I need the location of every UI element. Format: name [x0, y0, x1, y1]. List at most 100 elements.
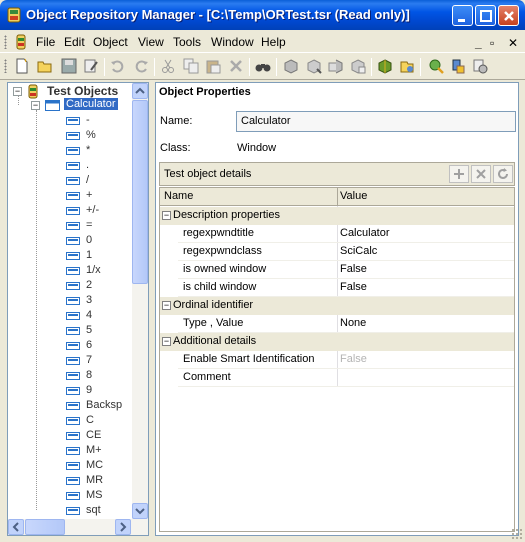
tree-item[interactable]: 1: [8, 248, 133, 263]
collapse-icon[interactable]: −: [162, 301, 171, 310]
redo-icon[interactable]: [133, 58, 149, 74]
cut-icon[interactable]: [160, 58, 176, 74]
tree-item[interactable]: 7: [8, 353, 133, 368]
collapse-icon[interactable]: −: [31, 101, 40, 110]
scroll-down-button[interactable]: [132, 503, 148, 519]
define-object-icon[interactable]: [450, 58, 466, 74]
navigate-icon[interactable]: [328, 58, 344, 74]
tree-item[interactable]: 4: [8, 308, 133, 323]
tree-item[interactable]: Backsp: [8, 398, 133, 413]
property-row[interactable]: Type , Value None: [160, 315, 514, 333]
tree-item[interactable]: MS: [8, 488, 133, 503]
tree-vertical-scrollbar[interactable]: [132, 83, 148, 519]
copy-icon[interactable]: [183, 58, 199, 74]
tree-item[interactable]: MC: [8, 458, 133, 473]
open-icon[interactable]: [37, 58, 53, 74]
tree-item[interactable]: 8: [8, 368, 133, 383]
tree-item[interactable]: =: [8, 218, 133, 233]
property-row[interactable]: regexpwndtitle Calculator: [160, 225, 514, 243]
name-field[interactable]: Calculator: [236, 111, 516, 132]
property-group-row[interactable]: − Description properties: [160, 207, 514, 225]
maximize-button[interactable]: [475, 5, 496, 26]
property-row[interactable]: Enable Smart Identification False: [160, 351, 514, 369]
tree-item[interactable]: %: [8, 128, 133, 143]
menu-help[interactable]: Help: [261, 35, 286, 49]
tree-parent-row[interactable]: − Calculator: [8, 98, 133, 113]
mdi-restore-button[interactable]: ▫: [490, 36, 494, 50]
new-icon[interactable]: [14, 58, 30, 74]
tree-item[interactable]: 6: [8, 338, 133, 353]
property-value[interactable]: False: [340, 281, 367, 293]
resize-grip[interactable]: [511, 528, 523, 540]
menu-view[interactable]: View: [138, 35, 164, 49]
property-group-row[interactable]: − Ordinal identifier: [160, 297, 514, 315]
add-to-repository-icon[interactable]: [377, 58, 393, 74]
toolbar-grip[interactable]: [4, 59, 7, 73]
column-name-header[interactable]: Name: [164, 190, 193, 202]
property-value[interactable]: False: [340, 353, 367, 365]
scroll-right-button[interactable]: [115, 519, 131, 535]
properties-grid[interactable]: Name Value − Description properties regexp…: [159, 187, 515, 532]
menu-tools[interactable]: Tools: [173, 35, 201, 49]
tree-item[interactable]: 9: [8, 383, 133, 398]
tree-item[interactable]: 1/x: [8, 263, 133, 278]
tree-item[interactable]: *: [8, 143, 133, 158]
mdi-minimize-button[interactable]: _: [475, 36, 482, 50]
paste-icon[interactable]: [205, 58, 221, 74]
highlight-icon[interactable]: [350, 58, 366, 74]
tree-item[interactable]: M+: [8, 443, 133, 458]
tree-item[interactable]: .: [8, 158, 133, 173]
add-property-button[interactable]: [449, 165, 469, 183]
collapse-icon[interactable]: −: [162, 337, 171, 346]
property-value[interactable]: SciCalc: [340, 245, 377, 257]
property-value[interactable]: False: [340, 263, 367, 275]
property-row[interactable]: is child window False: [160, 279, 514, 297]
find-icon[interactable]: [255, 58, 271, 74]
minimize-button[interactable]: [452, 5, 473, 26]
scroll-up-button[interactable]: [132, 83, 148, 99]
undo-icon[interactable]: [110, 58, 126, 74]
edit-icon[interactable]: [83, 58, 99, 74]
close-button[interactable]: [498, 5, 519, 26]
mdi-close-button[interactable]: ✕: [508, 36, 518, 50]
property-value[interactable]: None: [340, 317, 366, 329]
menubar-grip[interactable]: [4, 35, 7, 49]
menu-file[interactable]: File: [36, 35, 55, 49]
property-value[interactable]: Calculator: [340, 227, 390, 239]
scroll-left-button[interactable]: [8, 519, 24, 535]
tree-root-row[interactable]: − Test Objects: [8, 84, 133, 99]
tree-item[interactable]: +/-: [8, 203, 133, 218]
tree-item[interactable]: C: [8, 413, 133, 428]
collapse-icon[interactable]: −: [162, 211, 171, 220]
scroll-thumb[interactable]: [132, 100, 148, 284]
menu-object[interactable]: Object: [93, 35, 128, 49]
object-tree[interactable]: − Test Objects − Calculator -% *. / + +/- = 0 1…: [7, 82, 149, 536]
tree-item[interactable]: -: [8, 113, 133, 128]
tree-item[interactable]: 2: [8, 278, 133, 293]
tree-item[interactable]: 3: [8, 293, 133, 308]
property-group-row[interactable]: − Additional details: [160, 333, 514, 351]
menu-window[interactable]: Window: [211, 35, 254, 49]
title-bar[interactable]: Object Repository Manager - [C:\Temp\ORT…: [0, 0, 525, 30]
tree-item[interactable]: 5: [8, 323, 133, 338]
object-spy-icon[interactable]: [306, 58, 322, 74]
tree-item[interactable]: /: [8, 173, 133, 188]
column-value-header[interactable]: Value: [340, 190, 367, 202]
tree-item[interactable]: sqt: [8, 503, 133, 518]
tree-horizontal-scrollbar[interactable]: [8, 519, 148, 535]
properties-icon[interactable]: [472, 58, 488, 74]
tree-item[interactable]: 0: [8, 233, 133, 248]
tree-item[interactable]: CE: [8, 428, 133, 443]
property-row[interactable]: Comment: [160, 369, 514, 387]
add-object-icon[interactable]: [283, 58, 299, 74]
remove-property-button[interactable]: [471, 165, 491, 183]
menu-edit[interactable]: Edit: [64, 35, 85, 49]
tree-item[interactable]: MR: [8, 473, 133, 488]
delete-icon[interactable]: [228, 58, 244, 74]
property-row[interactable]: is owned window False: [160, 261, 514, 279]
save-icon[interactable]: [61, 58, 77, 74]
tree-item[interactable]: +: [8, 188, 133, 203]
update-icon[interactable]: [428, 58, 444, 74]
restore-button[interactable]: [493, 165, 513, 183]
scroll-thumb-horizontal[interactable]: [25, 519, 65, 535]
